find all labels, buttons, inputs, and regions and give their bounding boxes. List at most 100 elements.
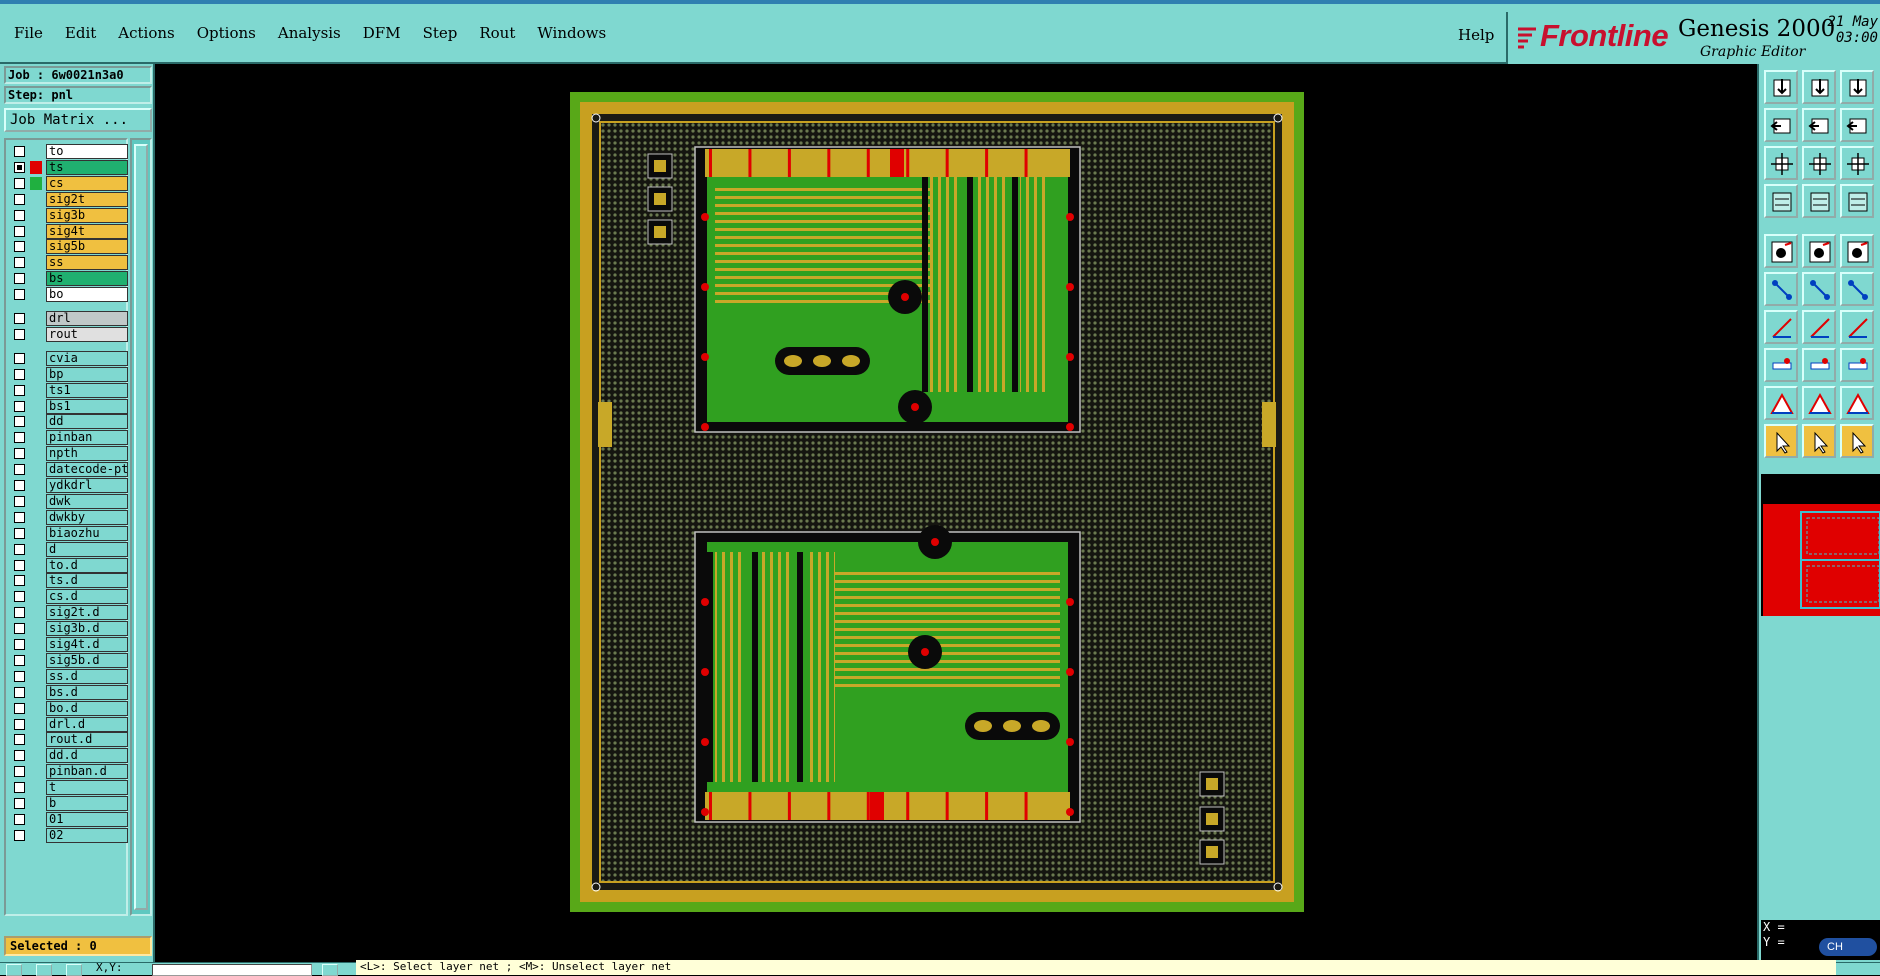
menu-edit[interactable]: Edit: [65, 24, 96, 42]
cross-button[interactable]: [1802, 272, 1836, 306]
job-matrix-button[interactable]: Job Matrix ...: [4, 108, 152, 132]
layer-name[interactable]: pinban: [46, 430, 128, 446]
layer-row[interactable]: bs1: [12, 398, 128, 414]
layer-name[interactable]: ss.d: [46, 668, 128, 684]
layer-row[interactable]: to: [12, 144, 128, 159]
measure-button[interactable]: [1764, 184, 1798, 218]
overview-map[interactable]: [1761, 474, 1880, 616]
layer-name[interactable]: sig5b: [46, 239, 128, 255]
layer-name[interactable]: bs.d: [46, 684, 128, 700]
layer-checkbox[interactable]: [14, 607, 25, 619]
layer-checkbox[interactable]: [14, 702, 25, 714]
layer-row[interactable]: bo: [12, 287, 128, 303]
segment-button[interactable]: [1802, 348, 1836, 382]
layer-row[interactable]: cvia: [12, 350, 128, 366]
layer-name[interactable]: sig3b: [46, 207, 128, 223]
layer-row[interactable]: bp: [12, 366, 128, 382]
layer-checkbox[interactable]: [14, 829, 25, 841]
layer-name[interactable]: ss: [46, 255, 128, 271]
layer-checkbox[interactable]: [14, 448, 25, 460]
layer-checkbox[interactable]: [14, 352, 25, 364]
node-button[interactable]: [1764, 348, 1798, 382]
layer-name[interactable]: cvia: [46, 350, 128, 366]
layer-name[interactable]: dd: [46, 414, 128, 430]
layer-name[interactable]: drl.d: [46, 716, 128, 732]
layer-checkbox[interactable]: [14, 161, 25, 173]
layer-row[interactable]: ss.d: [12, 668, 128, 684]
xy-input[interactable]: [152, 964, 312, 976]
layer-checkbox[interactable]: [14, 559, 25, 571]
draw-line-button[interactable]: [1764, 310, 1798, 344]
shape-triangle-red-button[interactable]: [1802, 386, 1836, 420]
layer-row[interactable]: sig4t.d: [12, 637, 128, 652]
menu-step[interactable]: Step: [423, 24, 458, 42]
layer-name[interactable]: bo: [46, 287, 128, 303]
layer-checkbox[interactable]: [14, 464, 25, 476]
layer-checkbox[interactable]: [14, 177, 25, 189]
layer-row[interactable]: cs.d: [12, 589, 128, 605]
layer-row[interactable]: sig3b.d: [12, 621, 128, 637]
layer-row[interactable]: npth: [12, 446, 128, 462]
layer-checkbox[interactable]: [14, 734, 25, 746]
status-button-4[interactable]: [322, 964, 338, 976]
layer-name[interactable]: pinban.d: [46, 764, 128, 780]
layer-name[interactable]: ts: [46, 159, 128, 175]
add-line-button[interactable]: [1802, 234, 1836, 268]
layer-checkbox[interactable]: [14, 591, 25, 603]
layer-row[interactable]: bs.d: [12, 684, 128, 700]
layer-name[interactable]: ts.d: [46, 573, 128, 589]
layer-checkbox[interactable]: [14, 654, 25, 666]
layer-name[interactable]: rout.d: [46, 732, 128, 748]
zoom-fit-button[interactable]: [1764, 146, 1798, 180]
layer-name[interactable]: sig4t.d: [46, 637, 128, 652]
layer-checkbox[interactable]: [14, 639, 25, 650]
layer-checkbox[interactable]: [14, 766, 25, 778]
menu-windows[interactable]: Windows: [537, 24, 606, 42]
layer-name[interactable]: biaozhu: [46, 525, 128, 541]
layer-name[interactable]: rout: [46, 326, 128, 342]
layer-name[interactable]: sig4t: [46, 223, 128, 239]
layer-checkbox[interactable]: [14, 146, 25, 157]
layer-row[interactable]: ss: [12, 255, 128, 271]
layer-checkbox[interactable]: [14, 193, 25, 205]
layer-row[interactable]: sig5b: [12, 239, 128, 255]
layer-checkbox[interactable]: [14, 782, 25, 794]
layer-name[interactable]: bs1: [46, 398, 128, 414]
status-button-2[interactable]: [36, 964, 52, 976]
layer-row[interactable]: pinban.d: [12, 764, 128, 780]
shape-triangle-button[interactable]: [1764, 386, 1798, 420]
layer-checkbox[interactable]: [14, 416, 25, 428]
layer-row[interactable]: ydkdrl: [12, 478, 128, 493]
layer-checkbox[interactable]: [14, 543, 25, 555]
layer-row[interactable]: to.d: [12, 557, 128, 573]
layer-checkbox[interactable]: [14, 328, 25, 340]
rotate-button[interactable]: [1840, 310, 1874, 344]
zoom-home-button[interactable]: [1802, 146, 1836, 180]
layer-row[interactable]: datecode-pt: [12, 462, 128, 478]
menu-options[interactable]: Options: [197, 24, 256, 42]
layer-checkbox[interactable]: [14, 289, 25, 301]
pcb-panel[interactable]: [570, 92, 1304, 912]
layer-name[interactable]: ydkdrl: [46, 478, 128, 493]
layer-checkbox[interactable]: [14, 511, 25, 523]
menu-dfm[interactable]: DFM: [363, 24, 401, 42]
shape-triangle-outline-button[interactable]: [1840, 386, 1874, 420]
layer-row[interactable]: ts: [12, 159, 128, 175]
pan-left-button[interactable]: [1764, 108, 1798, 142]
layer-row[interactable]: dd.d: [12, 748, 128, 764]
pan-right-button[interactable]: [1802, 108, 1836, 142]
graphic-canvas[interactable]: [157, 64, 1757, 962]
status-button-1[interactable]: [6, 964, 22, 976]
layer-row[interactable]: pinban: [12, 430, 128, 446]
layer-row[interactable]: cs: [12, 175, 128, 191]
snap-button[interactable]: [1840, 184, 1874, 218]
layer-name[interactable]: dd.d: [46, 748, 128, 764]
layer-row[interactable]: rout.d: [12, 732, 128, 748]
layer-row[interactable]: bs: [12, 271, 128, 287]
redraw-button[interactable]: [1840, 108, 1874, 142]
layer-row[interactable]: drl: [12, 311, 128, 326]
layer-row[interactable]: dwk: [12, 493, 128, 509]
layer-name[interactable]: 02: [46, 827, 128, 843]
layer-name[interactable]: sig3b.d: [46, 621, 128, 637]
ruler-button[interactable]: [1840, 234, 1874, 268]
